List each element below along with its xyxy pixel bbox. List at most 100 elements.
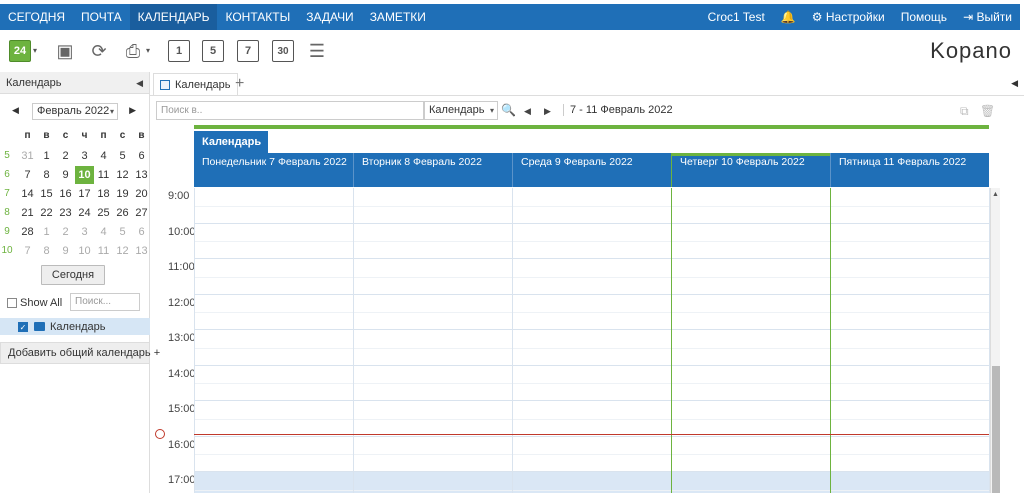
mini-calendar-day[interactable]: 4 bbox=[94, 223, 113, 241]
mini-calendar-day[interactable]: 28 bbox=[18, 223, 37, 241]
add-tab-button[interactable]: + bbox=[235, 73, 244, 95]
week-view-button[interactable]: 7 bbox=[237, 40, 259, 62]
mini-calendar-day[interactable]: 1 bbox=[37, 223, 56, 241]
prev-period-icon[interactable]: ◀ bbox=[524, 106, 531, 117]
print-dropdown-arrow[interactable]: ▾ bbox=[146, 46, 150, 55]
mini-calendar-day[interactable]: 26 bbox=[113, 204, 132, 222]
mini-calendar-day[interactable]: 4 bbox=[94, 147, 113, 165]
mini-calendar-day[interactable]: 9 bbox=[56, 166, 75, 184]
mini-calendar-day[interactable]: 24 bbox=[75, 204, 94, 222]
mini-calendar-day[interactable]: 1 bbox=[37, 147, 56, 165]
week-number[interactable]: 7 bbox=[0, 185, 14, 203]
day-view-button[interactable]: 1 bbox=[168, 40, 190, 62]
mini-calendar-day[interactable]: 18 bbox=[94, 185, 113, 203]
week-number[interactable]: 10 bbox=[0, 242, 14, 260]
collapse-right-icon[interactable]: ◀ bbox=[1011, 78, 1018, 89]
mini-calendar-day[interactable]: 6 bbox=[132, 223, 151, 241]
mini-calendar-day[interactable]: 3 bbox=[75, 147, 94, 165]
mini-calendar-day[interactable]: 14 bbox=[18, 185, 37, 203]
list-view-icon[interactable]: ☰ bbox=[306, 40, 328, 62]
mini-calendar-day[interactable]: 12 bbox=[113, 242, 132, 260]
mini-calendar-day[interactable]: 3 bbox=[75, 223, 94, 241]
user-name[interactable]: Croc1 Test bbox=[700, 10, 773, 24]
mini-calendar-day[interactable]: 15 bbox=[37, 185, 56, 203]
mini-calendar-day[interactable]: 11 bbox=[94, 242, 113, 260]
mini-calendar-day[interactable]: 5 bbox=[113, 147, 132, 165]
next-period-icon[interactable]: ▶ bbox=[544, 106, 551, 117]
mini-calendar-day[interactable]: 9 bbox=[56, 242, 75, 260]
mini-calendar-day[interactable]: 16 bbox=[56, 185, 75, 203]
mini-calendar-day[interactable]: 8 bbox=[37, 242, 56, 260]
mini-calendar-day[interactable]: 25 bbox=[94, 204, 113, 222]
week-number[interactable]: 5 bbox=[0, 147, 14, 165]
day-header[interactable]: Пятница 11 Февраль 2022 bbox=[830, 153, 989, 187]
scrollbar-thumb[interactable] bbox=[992, 366, 1000, 493]
mini-calendar-day[interactable]: 6 bbox=[132, 147, 151, 165]
calendar-search-input[interactable]: Поиск... bbox=[70, 293, 140, 311]
time-slots[interactable] bbox=[194, 188, 990, 493]
refresh-icon[interactable]: ⟳ bbox=[88, 40, 110, 62]
mini-calendar-day[interactable]: 7 bbox=[18, 166, 37, 184]
nav-calendar[interactable]: КАЛЕНДАРЬ bbox=[129, 4, 218, 30]
mini-calendar-day[interactable]: 27 bbox=[132, 204, 151, 222]
bell-icon[interactable]: 🔔 bbox=[773, 10, 804, 24]
delete-icon[interactable]: 🗑 bbox=[980, 104, 995, 118]
calendar-list-item[interactable]: ✓ Календарь bbox=[0, 318, 150, 335]
mini-calendar-day[interactable]: 7 bbox=[18, 242, 37, 260]
collapse-left-icon[interactable]: ◀ bbox=[136, 72, 143, 94]
new-dropdown-arrow[interactable]: ▾ bbox=[33, 46, 37, 55]
day-header[interactable]: Понедельник 7 Февраль 2022 bbox=[194, 153, 353, 187]
mini-calendar-day[interactable]: 19 bbox=[113, 185, 132, 203]
help-link[interactable]: Помощь bbox=[893, 10, 955, 24]
search-scope-select[interactable]: Календарь ▾ bbox=[424, 101, 498, 120]
prev-month-icon[interactable]: ◀ bbox=[12, 105, 19, 116]
mini-calendar-day[interactable]: 13 bbox=[132, 166, 151, 184]
mini-calendar-day[interactable]: 11 bbox=[94, 166, 113, 184]
today-button[interactable]: Сегодня bbox=[41, 265, 105, 285]
workweek-view-button[interactable]: 5 bbox=[202, 40, 224, 62]
next-month-icon[interactable]: ▶ bbox=[129, 105, 136, 116]
copy-icon[interactable]: ⧉ bbox=[960, 104, 969, 119]
scroll-up-icon[interactable]: ▲ bbox=[992, 191, 999, 198]
nav-tasks[interactable]: ЗАДАЧИ bbox=[298, 4, 361, 30]
mini-calendar-day[interactable]: 2 bbox=[56, 223, 75, 241]
mini-calendar-day[interactable]: 8 bbox=[37, 166, 56, 184]
mini-calendar-day[interactable]: 17 bbox=[75, 185, 94, 203]
nav-mail[interactable]: ПОЧТА bbox=[73, 4, 130, 30]
week-number[interactable]: 6 bbox=[0, 166, 14, 184]
settings-link[interactable]: ⚙ Настройки bbox=[804, 10, 893, 24]
add-shared-calendar-button[interactable]: Добавить общий календарь + bbox=[0, 342, 160, 364]
month-select[interactable]: Февраль 2022 ▾ bbox=[32, 103, 118, 120]
month-view-button[interactable]: 30 bbox=[272, 40, 294, 62]
mini-calendar-day[interactable]: 22 bbox=[37, 204, 56, 222]
address-book-icon[interactable]: ▣ bbox=[54, 40, 76, 62]
week-number[interactable]: 8 bbox=[0, 204, 14, 222]
mini-calendar-day[interactable]: 5 bbox=[113, 223, 132, 241]
vertical-scrollbar[interactable]: ▲ bbox=[990, 188, 1000, 493]
mini-calendar-day[interactable]: 31 bbox=[18, 147, 37, 165]
mini-calendar-day[interactable]: 20 bbox=[132, 185, 151, 203]
mini-calendar-day[interactable]: 12 bbox=[113, 166, 132, 184]
mini-calendar-day[interactable]: 10 bbox=[75, 166, 94, 184]
mini-calendar-day[interactable]: 10 bbox=[75, 242, 94, 260]
calendar-header-tab[interactable]: Календарь bbox=[194, 131, 268, 153]
mini-calendar-day[interactable]: 13 bbox=[132, 242, 151, 260]
nav-contacts[interactable]: КОНТАКТЫ bbox=[217, 4, 298, 30]
nav-today[interactable]: СЕГОДНЯ bbox=[0, 4, 73, 30]
tab-calendar[interactable]: Календарь bbox=[153, 73, 238, 95]
search-icon[interactable]: 🔍 bbox=[501, 103, 516, 117]
mini-calendar-day[interactable]: 21 bbox=[18, 204, 37, 222]
logout-link[interactable]: ⇥ Выйти bbox=[955, 10, 1020, 24]
day-header[interactable]: Среда 9 Февраль 2022 bbox=[512, 153, 671, 187]
day-header[interactable]: Четверг 10 Февраль 2022 bbox=[671, 153, 830, 187]
day-header[interactable]: Вторник 8 Февраль 2022 bbox=[353, 153, 512, 187]
search-input[interactable]: Поиск в.. bbox=[156, 101, 424, 120]
new-appointment-button[interactable]: 24 bbox=[9, 40, 31, 62]
week-number[interactable]: 9 bbox=[0, 223, 14, 241]
show-all-toggle[interactable]: Show All bbox=[7, 297, 62, 309]
show-all-checkbox[interactable] bbox=[7, 298, 17, 308]
nav-notes[interactable]: ЗАМЕТКИ bbox=[362, 4, 434, 30]
mini-calendar-day[interactable]: 2 bbox=[56, 147, 75, 165]
print-icon[interactable]: ⎙ bbox=[122, 40, 144, 62]
calendar-checkbox[interactable]: ✓ bbox=[18, 321, 28, 332]
